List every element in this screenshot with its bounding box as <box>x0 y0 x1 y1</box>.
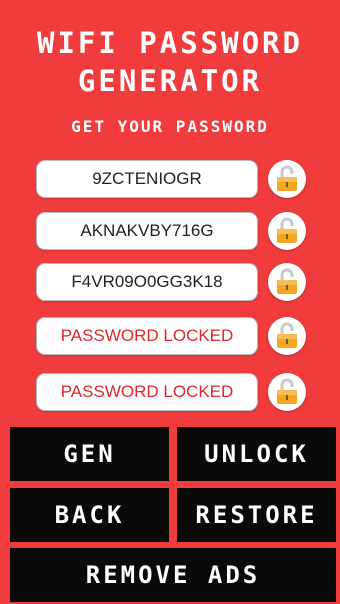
password-row-2: AKNAKVBY716G <box>36 212 306 252</box>
password-field-locked[interactable]: PASSWORD LOCKED <box>36 317 258 355</box>
padlock-icon <box>277 165 297 191</box>
password-field-locked[interactable]: PASSWORD LOCKED <box>36 373 258 411</box>
app-title-line2: GENERATOR <box>77 64 263 98</box>
padlock-icon <box>277 378 297 404</box>
subtitle: GET YOUR PASSWORD <box>71 117 269 136</box>
unlock-button[interactable]: UNLOCK <box>177 427 336 481</box>
password-field[interactable]: F4VR09O0GG3K18 <box>36 263 258 301</box>
gen-button[interactable]: GEN <box>10 427 169 481</box>
padlock-icon <box>277 322 297 348</box>
remove-ads-button[interactable]: REMOVE ADS <box>10 548 336 602</box>
password-row-3: F4VR09O0GG3K18 <box>36 263 306 303</box>
lock-button[interactable] <box>268 212 306 250</box>
padlock-icon <box>277 217 297 243</box>
lock-button[interactable] <box>268 160 306 198</box>
back-button[interactable]: BACK <box>10 488 169 542</box>
password-field[interactable]: AKNAKVBY716G <box>36 212 258 250</box>
lock-button[interactable] <box>268 263 306 301</box>
app-title-line1: WIFI PASSWORD <box>37 26 303 60</box>
password-field[interactable]: 9ZCTENIOGR <box>36 160 258 198</box>
padlock-icon <box>277 268 297 294</box>
restore-button[interactable]: RESTORE <box>177 488 336 542</box>
lock-button[interactable] <box>268 317 306 355</box>
password-row-4: PASSWORD LOCKED <box>36 317 306 357</box>
lock-button[interactable] <box>268 373 306 411</box>
password-row-1: 9ZCTENIOGR <box>36 160 306 200</box>
password-row-5: PASSWORD LOCKED <box>36 373 306 413</box>
